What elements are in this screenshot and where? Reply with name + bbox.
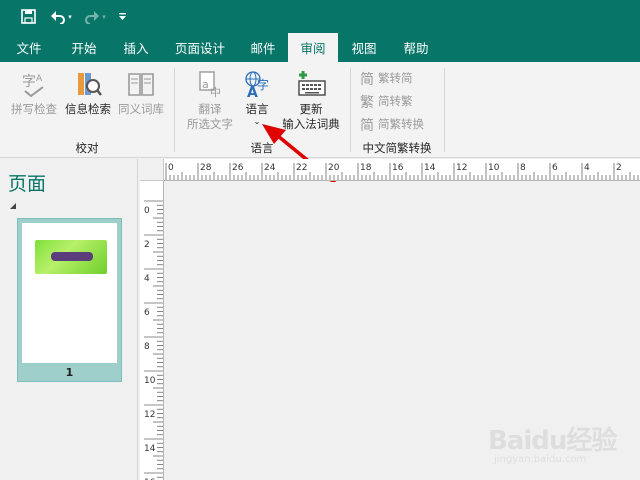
research-button[interactable]: 信息检索	[62, 68, 114, 117]
page-thumbnail[interactable]: 1	[17, 218, 122, 382]
translate-label-line1: 翻译	[198, 102, 222, 116]
translate-icon: a 中	[195, 68, 225, 100]
tab-home[interactable]: 开始	[58, 33, 110, 62]
ruler-label: 24	[264, 163, 276, 173]
redo-dropdown-icon[interactable]: ▾	[102, 13, 106, 21]
redo-icon	[85, 10, 100, 24]
spelling-icon: 字 A	[19, 68, 49, 100]
translate-selection-button[interactable]: a 中 翻译 所选文字	[182, 68, 238, 132]
simplified-to-traditional-button[interactable]: 繁 简转繁	[360, 91, 413, 111]
tab-insert[interactable]: 插入	[110, 33, 162, 62]
undo-button[interactable]: ▾	[44, 0, 78, 33]
svg-text:A: A	[36, 74, 43, 84]
chinese-conversion-icon: 简	[360, 116, 376, 132]
watermark-logo: Baidu经验	[488, 426, 617, 456]
thesaurus-icon	[126, 68, 156, 100]
ruler-label: 6	[552, 163, 558, 173]
ruler-label: 18	[360, 163, 372, 173]
tab-mailings[interactable]: 邮件	[238, 33, 288, 62]
svg-text:字: 字	[257, 77, 269, 92]
to-traditional-icon: 繁	[360, 93, 376, 109]
tab-file[interactable]: 文件	[0, 33, 58, 62]
horizontal-ruler[interactable]: 0 28 26 24 22 20 18 16 14 12 10 8 6 4 2	[164, 159, 640, 181]
tab-view[interactable]: 视图	[338, 33, 390, 62]
ruler-label: 14	[144, 444, 156, 454]
ruler-label: 12	[144, 410, 155, 420]
ruler-label: 2	[616, 163, 622, 173]
traditional-to-simplified-button[interactable]: 简 繁转简	[360, 68, 413, 88]
ribbon-tab-bar: 文件 开始 插入 页面设计 邮件 审阅 视图 帮助	[0, 33, 640, 62]
spelling-check-button[interactable]: 字 A 拼写检查	[6, 68, 62, 117]
ruler-label: 8	[144, 342, 150, 352]
svg-text:a: a	[202, 78, 209, 91]
svg-text:字: 字	[22, 74, 36, 90]
ruler-label: 8	[520, 163, 526, 173]
undo-icon	[51, 10, 66, 24]
vertical-ruler[interactable]: 0246810121416	[140, 181, 164, 480]
thesaurus-label: 同义词库	[118, 102, 164, 116]
pages-pane-title: 页面	[8, 173, 47, 195]
page-navigation-pane: 页面 1	[0, 159, 138, 480]
title-bar: ▾ ▾	[0, 0, 640, 33]
ruler-label: 12	[456, 163, 467, 173]
ruler-label: 14	[424, 163, 436, 173]
ruler-label: 10	[144, 376, 156, 386]
group-separator	[444, 68, 445, 152]
collapse-triangle-icon[interactable]	[10, 203, 16, 209]
spelling-check-label: 拼写检查	[11, 102, 57, 116]
ruler-label: 20	[328, 163, 340, 173]
ruler-label: 28	[200, 163, 212, 173]
chinese-conversion-label: 简繁转换	[378, 117, 424, 131]
watermark-url: jingyan.baidu.com	[494, 454, 587, 465]
research-icon	[73, 68, 103, 100]
chinese-group-label: 中文简繁转换	[362, 141, 432, 155]
group-separator	[174, 68, 175, 152]
page-number: 1	[65, 366, 74, 379]
proofing-group-label: 校对	[75, 141, 99, 155]
svg-text:中: 中	[210, 86, 221, 99]
tab-review[interactable]: 审阅	[288, 33, 338, 62]
redo-button[interactable]: ▾	[78, 0, 112, 33]
ruler-label: 2	[144, 240, 150, 250]
to-simplified-icon: 简	[360, 70, 376, 86]
thesaurus-button[interactable]: 同义词库	[114, 68, 168, 117]
language-label: 语言	[245, 102, 269, 116]
tab-help[interactable]: 帮助	[390, 33, 442, 62]
thumbnail-page	[22, 223, 117, 363]
save-button[interactable]	[12, 0, 44, 33]
ruler-corner	[140, 159, 164, 181]
research-label: 信息检索	[65, 102, 111, 116]
chinese-conversion-button[interactable]: 简 简繁转换	[360, 114, 424, 134]
to-simplified-label: 繁转简	[378, 71, 413, 85]
update-label-line1: 更新	[299, 102, 323, 116]
baidu-watermark: Baidu经验 jingyan.baidu.com	[488, 418, 628, 468]
update-dictionary-icon	[295, 68, 327, 100]
group-separator	[350, 68, 351, 152]
ruler-label: 10	[488, 163, 500, 173]
thumbnail-banner	[51, 252, 93, 261]
ruler-label: 4	[584, 163, 590, 173]
ruler-label: 4	[144, 274, 150, 284]
ruler-label: 16	[392, 163, 404, 173]
ruler-label: 0	[168, 163, 174, 173]
tab-page-design[interactable]: 页面设计	[162, 33, 238, 62]
ruler-label: 0	[144, 206, 150, 216]
svg-text:繁: 繁	[360, 95, 374, 109]
language-icon: A 字	[242, 68, 272, 100]
undo-dropdown-icon[interactable]: ▾	[68, 13, 72, 21]
save-icon	[20, 9, 36, 24]
customize-qat-button[interactable]	[112, 0, 132, 33]
to-traditional-label: 简转繁	[378, 94, 413, 108]
ruler-label: 26	[232, 163, 244, 173]
customize-qat-icon	[118, 13, 126, 20]
svg-text:简: 简	[360, 117, 374, 132]
ruler-label: 22	[296, 163, 307, 173]
ruler-label: 6	[144, 308, 150, 318]
svg-text:简: 简	[360, 71, 374, 86]
translate-label-line2: 所选文字	[187, 117, 233, 131]
thumbnail-image	[35, 240, 107, 274]
